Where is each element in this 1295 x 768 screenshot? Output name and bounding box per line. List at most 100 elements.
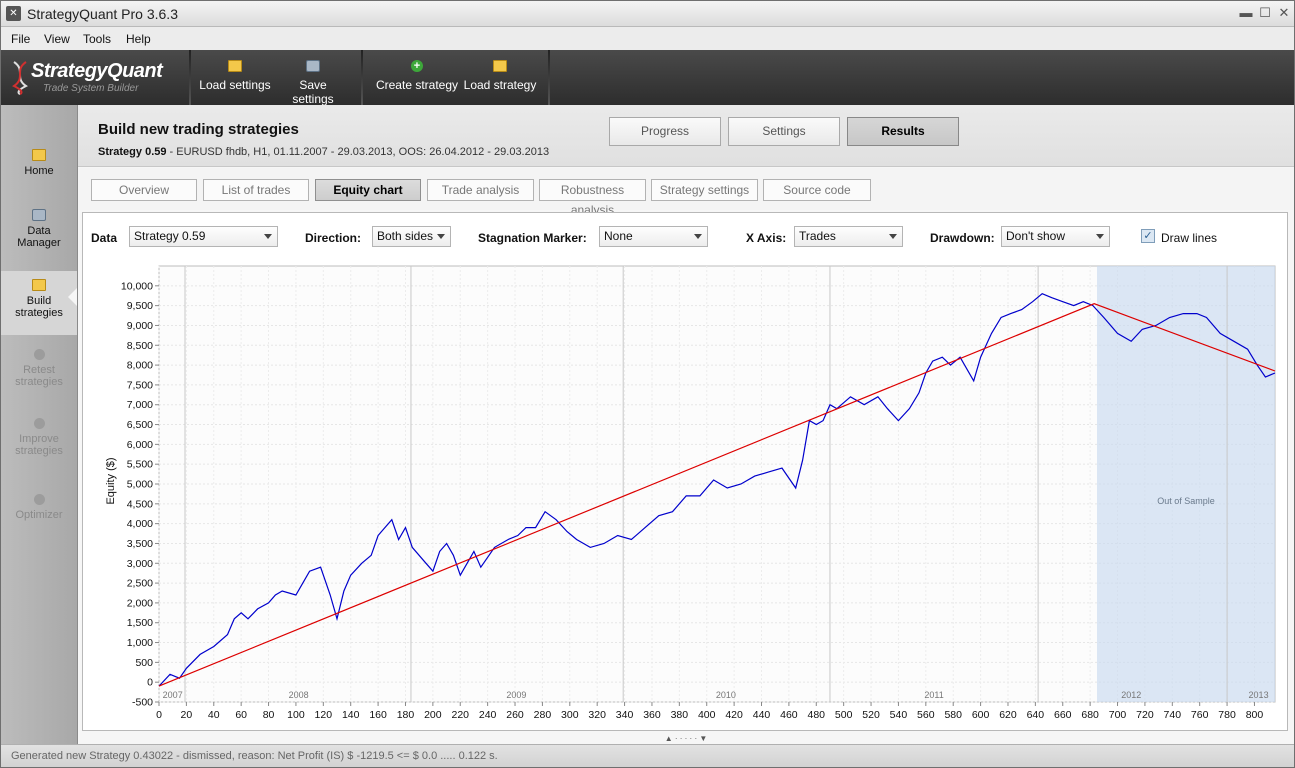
load-settings-label: Load settings	[199, 78, 271, 92]
x-tick-label: 340	[616, 709, 634, 721]
x-tick-label: 720	[1136, 709, 1154, 721]
year-label: 2012	[1121, 690, 1141, 700]
x-tick-label: 600	[972, 709, 990, 721]
x-tick-label: 700	[1109, 709, 1127, 721]
y-axis-ticks: -500 0 500 1,000 1,500 2,000 2,500 3,000 3,500 4,…	[121, 280, 159, 709]
sidebar-item-optimizer: Optimizer	[1, 494, 77, 521]
logo: StrategyQuant Trade System Builder	[9, 58, 187, 100]
menu-tools[interactable]: Tools	[83, 32, 111, 46]
y-tick-label: 500	[135, 657, 153, 669]
direction-select[interactable]: Both sides	[372, 226, 451, 247]
x-tick-label: 780	[1218, 709, 1236, 721]
x-tick-label: 540	[890, 709, 908, 721]
stagnation-marker-select[interactable]: None	[599, 226, 708, 247]
year-label: 2013	[1249, 690, 1269, 700]
minimize-icon[interactable]: ▬	[1238, 5, 1254, 21]
main-content: Build new trading strategies Strategy 0.…	[78, 105, 1294, 744]
subtab-source-code[interactable]: Source code	[763, 179, 871, 201]
x-tick-label: 120	[315, 709, 333, 721]
tab-settings[interactable]: Settings	[728, 117, 840, 146]
sidebar-item-label: Manager	[17, 237, 61, 249]
out-of-sample-label: Out of Sample	[1157, 496, 1215, 506]
equity-chart[interactable]: Out of Sample -50005001,0001,5002,0002,5…	[83, 261, 1287, 731]
load-strategy-button[interactable]: Load strategy	[463, 60, 537, 100]
subtab-strategy-settings[interactable]: Strategy settings	[651, 179, 758, 201]
out-of-sample-region: Out of Sample	[1096, 266, 1275, 702]
x-axis-ticks: 0 20 40 60 80 100 120 140 160 180 200 220 240 260 280 3…	[156, 702, 1263, 721]
page-header: Build new trading strategies Strategy 0.…	[78, 105, 1294, 167]
x-tick-label: 40	[208, 709, 220, 721]
x-axis-label: X Axis:	[746, 231, 787, 245]
x-tick-label: 380	[671, 709, 689, 721]
toolbar-separator	[189, 50, 191, 105]
out-of-sample-band	[1096, 266, 1275, 702]
x-tick-label: 320	[588, 709, 606, 721]
plus-icon: +	[411, 60, 423, 72]
subtab-equity-chart[interactable]: Equity chart	[315, 179, 421, 201]
draw-lines-checkbox[interactable]: ✓	[1141, 229, 1155, 243]
menu-file[interactable]: File	[11, 32, 30, 46]
title-bar: ✕ StrategyQuant Pro 3.6.3 ▬ ☐ ✕	[1, 1, 1294, 27]
y-tick-label: 5,000	[127, 479, 153, 491]
tab-results[interactable]: Results	[847, 117, 959, 146]
data-select[interactable]: Strategy 0.59	[129, 226, 278, 247]
save-settings-button[interactable]: Save settings	[277, 60, 349, 106]
x-tick-label: 440	[753, 709, 771, 721]
sidebar-item-improve-strategies: Improve strategies	[1, 418, 77, 457]
save-settings-icon	[306, 60, 320, 72]
sidebar-item-label: strategies	[15, 445, 63, 457]
load-settings-button[interactable]: Load settings	[199, 60, 271, 100]
dna-logo-icon	[12, 61, 28, 95]
x-tick-label: 220	[451, 709, 469, 721]
sidebar-item-home[interactable]: Home	[1, 149, 77, 177]
y-tick-label: -500	[132, 697, 153, 709]
menu-help[interactable]: Help	[126, 32, 151, 46]
x-axis-select[interactable]: Trades	[794, 226, 903, 247]
folder-icon	[493, 60, 507, 72]
subtab-robustness-analysis[interactable]: Robustness analysis	[539, 179, 646, 217]
y-tick-label: 5,500	[127, 459, 153, 471]
sidebar-item-label: strategies	[15, 307, 63, 319]
x-tick-label: 200	[424, 709, 442, 721]
sidebar-item-label: Optimizer	[15, 509, 63, 521]
x-tick-label: 180	[397, 709, 415, 721]
sidebar-item-label: Data	[27, 225, 51, 237]
chevron-down-icon	[437, 234, 445, 239]
data-label: Data	[91, 231, 118, 245]
drawdown-select-value: Don't show	[1006, 229, 1065, 243]
x-tick-label: 80	[263, 709, 275, 721]
x-tick-label: 260	[506, 709, 524, 721]
sidebar-item-build-strategies[interactable]: Build strategies	[1, 271, 77, 335]
toolbar: StrategyQuant Trade System Builder Load …	[1, 50, 1294, 106]
drawdown-select[interactable]: Don't show	[1001, 226, 1110, 247]
y-tick-label: 7,500	[127, 379, 153, 391]
maximize-icon[interactable]: ☐	[1257, 5, 1273, 21]
home-icon	[32, 149, 46, 161]
create-strategy-label: Create strategy	[375, 78, 459, 92]
y-tick-label: 6,500	[127, 419, 153, 431]
subtab-overview[interactable]: Overview	[91, 179, 197, 201]
x-tick-label: 760	[1191, 709, 1209, 721]
sidebar-item-label: Build	[26, 295, 52, 307]
y-axis-label: Equity ($)	[105, 457, 117, 504]
close-icon[interactable]: ✕	[1276, 5, 1292, 21]
subtab-list-of-trades[interactable]: List of trades	[203, 179, 309, 201]
chevron-down-icon	[264, 234, 272, 239]
create-strategy-button[interactable]: + Create strategy	[375, 60, 459, 100]
equity-chart-panel: Data Strategy 0.59 Direction: Both sides…	[82, 212, 1288, 731]
y-tick-label: 10,000	[121, 280, 153, 292]
menu-view[interactable]: View	[44, 32, 70, 46]
x-tick-label: 640	[1027, 709, 1045, 721]
y-tick-label: 4,500	[127, 498, 153, 510]
subtab-trade-analysis[interactable]: Trade analysis	[427, 179, 534, 201]
x-tick-label: 140	[342, 709, 360, 721]
tab-progress[interactable]: Progress	[609, 117, 721, 146]
logo-name: StrategyQuant	[31, 60, 163, 82]
y-tick-label: 7,000	[127, 399, 153, 411]
page-title: Build new trading strategies	[98, 121, 299, 138]
sidebar-item-data-manager[interactable]: Data Manager	[1, 209, 77, 249]
direction-label: Direction:	[305, 231, 362, 245]
app-icon: ✕	[6, 6, 21, 21]
x-tick-label: 680	[1081, 709, 1099, 721]
panel-splitter[interactable]: ▲ · · · · · ▼	[78, 734, 1294, 744]
